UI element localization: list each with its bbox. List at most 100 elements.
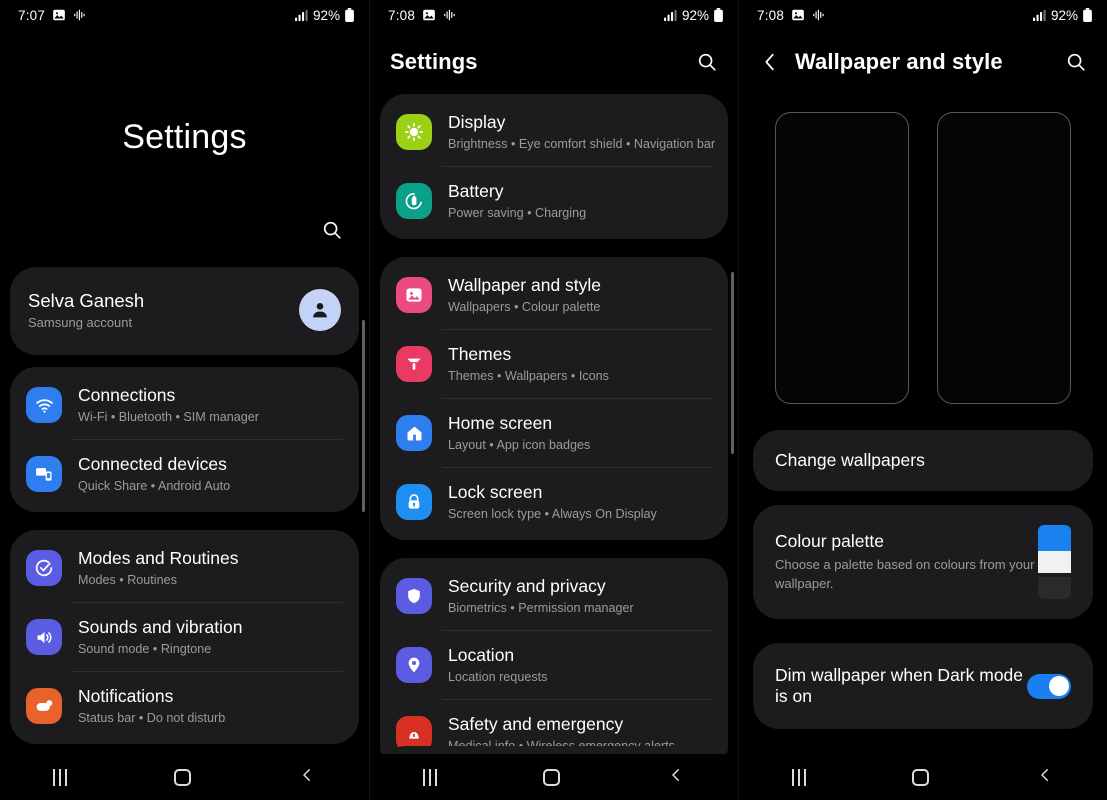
settings-row-display[interactable]: Display Brightness • Eye comfort shield … <box>380 98 728 166</box>
row-title: Location <box>448 645 515 665</box>
image-icon <box>791 8 805 22</box>
battery-icon <box>344 8 355 22</box>
account-subtitle: Samsung account <box>28 315 133 330</box>
dim-wallpaper-toggle[interactable] <box>1027 673 1071 699</box>
settings-row-connected-devices[interactable]: Connected devices Quick Share • Android … <box>10 440 359 508</box>
row-subtitle: Location requests <box>448 670 548 684</box>
settings-row-security-and-privacy[interactable]: Security and privacy Biometrics • Permis… <box>380 562 728 630</box>
settings-row-themes[interactable]: Themes Themes • Wallpapers • Icons <box>380 330 728 398</box>
row-subtitle: Status bar • Do not disturb <box>78 711 226 725</box>
lock-icon <box>396 484 432 520</box>
three-panel-screenshot: 7:07 92% Settings Selva Ganesh Samsung a… <box>0 0 1107 800</box>
speaker-icon <box>26 619 62 655</box>
settings-row-lock-screen[interactable]: Lock screen Screen lock type • Always On… <box>380 468 728 536</box>
back-button-icon[interactable] <box>667 766 685 789</box>
audio-wave-icon <box>443 8 457 22</box>
navigation-bar <box>0 754 369 800</box>
avatar[interactable] <box>299 289 341 331</box>
swatch-white <box>1038 551 1071 573</box>
swatch-blue <box>1038 525 1071 551</box>
change-wallpapers-label: Change wallpapers <box>775 450 925 470</box>
settings-row-home-screen[interactable]: Home screen Layout • App icon badges <box>380 399 728 467</box>
row-title: Connections <box>78 385 176 405</box>
samsung-account-card[interactable]: Selva Ganesh Samsung account <box>10 267 359 355</box>
search-icon[interactable] <box>321 219 343 241</box>
settings-row-location[interactable]: Location Location requests <box>380 631 728 699</box>
lock-screen-preview[interactable] <box>937 112 1071 404</box>
image-icon <box>422 8 436 22</box>
settings-group-display: Display Brightness • Eye comfort shield … <box>380 94 728 239</box>
settings-group-connections: Connections Wi-Fi • Bluetooth • SIM mana… <box>10 367 359 512</box>
search-icon[interactable] <box>696 51 718 73</box>
status-time: 7:08 <box>388 7 416 23</box>
colour-palette-card[interactable]: Colour palette Choose a palette based on… <box>753 505 1093 619</box>
wallpaper-and-style-panel: 7:08 92% Wallpaper and style Change wall… <box>738 0 1107 800</box>
recents-icon[interactable] <box>792 768 807 786</box>
picture-icon <box>396 277 432 313</box>
settings-group-security: Security and privacy Biometrics • Permis… <box>380 558 728 772</box>
shield-icon <box>396 578 432 614</box>
dim-wallpaper-card[interactable]: Dim wallpaper when Dark mode is on <box>753 643 1093 729</box>
search-icon[interactable] <box>1065 51 1087 73</box>
row-title: Security and privacy <box>448 576 606 596</box>
home-screen-preview[interactable] <box>775 112 909 404</box>
settings-scrolled-panel: 7:08 92% Settings Display Brightness • E… <box>369 0 738 800</box>
change-wallpapers-card[interactable]: Change wallpapers <box>753 430 1093 491</box>
home-button-icon[interactable] <box>543 768 561 786</box>
signal-bars-icon <box>663 9 678 22</box>
paintbrush-icon <box>396 346 432 382</box>
status-bar: 7:07 92% <box>0 0 369 30</box>
wallpaper-previews <box>739 94 1107 404</box>
home-button-icon[interactable] <box>912 768 930 786</box>
battery-percent: 92% <box>681 7 709 23</box>
row-subtitle: Quick Share • Android Auto <box>78 479 231 493</box>
status-time: 7:07 <box>18 7 46 23</box>
back-button-icon[interactable] <box>298 766 316 789</box>
brightness-icon <box>396 114 432 150</box>
battery-icon <box>713 8 724 22</box>
back-chevron-icon[interactable] <box>759 51 781 73</box>
scrollbar[interactable] <box>362 320 365 512</box>
location-pin-icon <box>396 647 432 683</box>
settings-main-panel: 7:07 92% Settings Selva Ganesh Samsung a… <box>0 0 369 800</box>
row-title: Safety and emergency <box>448 714 624 734</box>
settings-row-notifications[interactable]: Notifications Status bar • Do not distur… <box>10 672 359 740</box>
row-title: Wallpaper and style <box>448 275 602 295</box>
colour-palette-description: Choose a palette based on colours from y… <box>775 557 1035 591</box>
navigation-bar <box>739 754 1107 800</box>
settings-row-battery[interactable]: Battery Power saving • Charging <box>380 167 728 235</box>
colour-palette-swatch[interactable] <box>1038 525 1071 599</box>
row-title: Home screen <box>448 413 553 433</box>
settings-row-wallpaper-and-style[interactable]: Wallpaper and style Wallpapers • Colour … <box>380 261 728 329</box>
row-subtitle: Modes • Routines <box>78 573 177 587</box>
status-bar: 7:08 92% <box>739 0 1107 30</box>
audio-wave-icon <box>812 8 826 22</box>
signal-bars-icon <box>1032 9 1047 22</box>
settings-row-connections[interactable]: Connections Wi-Fi • Bluetooth • SIM mana… <box>10 371 359 439</box>
image-icon <box>52 8 66 22</box>
battery-icon <box>1082 8 1093 22</box>
navigation-bar <box>370 754 738 800</box>
battery-percent: 92% <box>312 7 340 23</box>
back-button-icon[interactable] <box>1036 766 1054 789</box>
recents-icon[interactable] <box>53 768 68 786</box>
row-title: Modes and Routines <box>78 548 239 568</box>
home-button-icon[interactable] <box>173 768 191 786</box>
row-title: Display <box>448 112 506 132</box>
dim-wallpaper-label: Dim wallpaper when Dark mode is on <box>775 665 1024 706</box>
devices-icon <box>26 456 62 492</box>
row-subtitle: Wallpapers • Colour palette <box>448 300 601 314</box>
row-title: Battery <box>448 181 504 201</box>
wifi-icon <box>26 387 62 423</box>
settings-row-sounds-and-vibration[interactable]: Sounds and vibration Sound mode • Ringto… <box>10 603 359 671</box>
audio-wave-icon <box>73 8 87 22</box>
row-title: Notifications <box>78 686 174 706</box>
status-bar: 7:08 92% <box>370 0 738 30</box>
settings-row-modes-and-routines[interactable]: Modes and Routines Modes • Routines <box>10 534 359 602</box>
row-subtitle: Brightness • Eye comfort shield • Naviga… <box>448 137 716 151</box>
signal-bars-icon <box>294 9 309 22</box>
recents-icon[interactable] <box>423 768 438 786</box>
collapsed-header: Settings <box>370 30 738 94</box>
settings-group-modes: Modes and Routines Modes • Routines Soun… <box>10 530 359 744</box>
scrollbar[interactable] <box>731 272 734 454</box>
